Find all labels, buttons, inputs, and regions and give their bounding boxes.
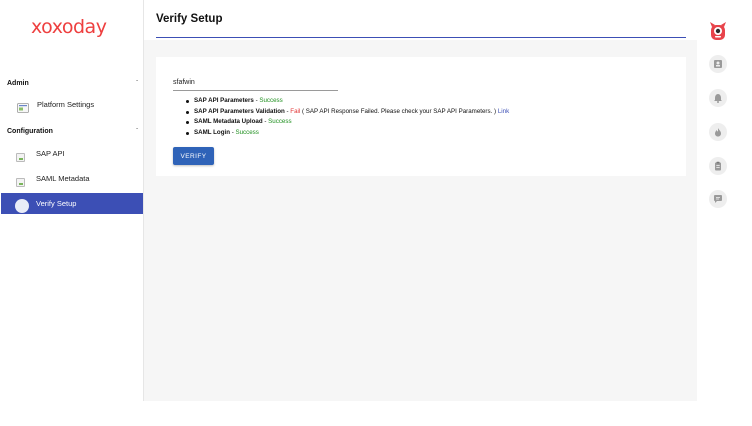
sidebar-item-platform-settings[interactable]: Platform Settings [1, 94, 143, 115]
broken-image-icon [16, 174, 28, 187]
verify-button[interactable]: VERIFY [173, 147, 214, 165]
fire-icon[interactable] [709, 123, 727, 141]
section-label: Configuration [7, 127, 53, 135]
monster-avatar-icon[interactable] [709, 21, 727, 41]
app-name-field: sfafwin [173, 79, 195, 86]
page-title: Verify Setup [156, 13, 223, 25]
logo-text: xoxoday [31, 16, 107, 38]
status-success: Success [235, 129, 259, 137]
result-label: SAML Login [194, 129, 230, 137]
settings-card-icon [17, 100, 29, 113]
status-success: Success [259, 97, 283, 104]
section-admin-header[interactable]: Admin ˇ [7, 76, 138, 90]
verification-results: SAP API Parameters - Success SAP API Par… [183, 96, 509, 139]
section-configuration-header[interactable]: Configuration ˇ [7, 124, 138, 138]
result-label: SAP API Parameters [194, 97, 254, 104]
error-message: ( SAP API Response Failed. Please check … [300, 107, 498, 115]
page-header [144, 0, 697, 40]
result-item: SAML Login - Success [183, 128, 509, 139]
bell-icon[interactable] [709, 89, 727, 107]
brand-logo[interactable]: xoxoday [31, 14, 113, 40]
result-label: SAML Metadata Upload [194, 118, 263, 126]
chat-icon[interactable] [709, 190, 727, 208]
result-label: SAP API Parameters Validation [194, 107, 285, 115]
sidebar-item-label: Verify Setup [36, 199, 77, 208]
sidebar-item-label: SAML Metadata [36, 174, 90, 183]
sidebar-item-label: Platform Settings [37, 100, 95, 109]
section-label: Admin [7, 79, 29, 87]
contact-card-icon[interactable] [709, 55, 727, 73]
clipboard-icon[interactable] [709, 157, 727, 175]
status-success: Success [268, 118, 292, 126]
sidebar: xoxoday Admin ˇ Platform Settings Config… [0, 0, 144, 401]
app-name-underline [173, 90, 338, 91]
status-fail: Fail [290, 107, 301, 115]
details-link[interactable]: Link [498, 108, 509, 115]
title-divider [156, 37, 686, 38]
chevron-down-icon: ˇ [135, 127, 139, 135]
result-item: SAP API Parameters - Success [183, 96, 509, 107]
sidebar-item-saml-metadata[interactable]: SAML Metadata [1, 168, 143, 189]
broken-image-icon [15, 198, 31, 213]
chevron-down-icon: ˇ [135, 79, 139, 87]
sidebar-item-verify-setup[interactable]: Verify Setup [1, 193, 143, 214]
sidebar-item-label: SAP API [36, 149, 65, 158]
broken-image-icon [16, 149, 28, 162]
result-item: SAP API Parameters Validation - Fail ( S… [183, 107, 509, 118]
result-item: SAML Metadata Upload - Success [183, 117, 509, 128]
sidebar-item-sap-api[interactable]: SAP API [1, 143, 143, 164]
